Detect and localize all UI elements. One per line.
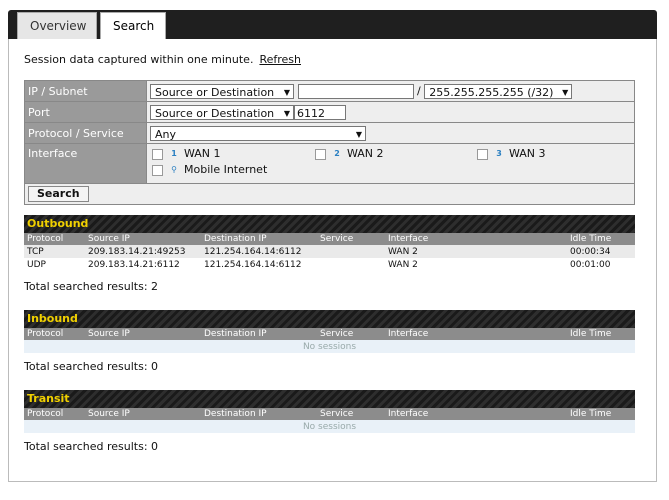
chevron-down-icon: ▼ xyxy=(355,129,362,139)
port-input[interactable]: 6112 xyxy=(294,104,346,120)
outbound-section: Outbound Protocol Source IP Destination … xyxy=(24,215,635,271)
col-idle-time: Idle Time xyxy=(567,233,635,245)
chevron-down-icon: ▼ xyxy=(562,87,569,97)
chevron-down-icon: ▼ xyxy=(283,87,290,97)
ip-address-input[interactable] xyxy=(297,83,414,99)
tab-overview[interactable]: Overview xyxy=(17,12,97,39)
table-row: TCP 209.183.14.21:49253 121.254.164.14:6… xyxy=(24,245,635,258)
transit-title: Transit xyxy=(24,390,635,408)
tab-bar: Overview Search xyxy=(8,10,657,39)
interface-wan3[interactable]: 3 WAN 3 xyxy=(477,147,546,160)
wan3-icon: 3 xyxy=(496,149,502,158)
interface-wan1[interactable]: 1 WAN 1 xyxy=(152,147,221,160)
port-direction-select[interactable]: Source or Destination ▼ xyxy=(150,104,294,120)
notice-text: Session data captured within one minute. xyxy=(24,53,254,66)
search-form: IP / Subnet Source or Destination ▼ / 255… xyxy=(24,80,635,205)
wan1-checkbox[interactable] xyxy=(152,148,163,160)
wan2-checkbox[interactable] xyxy=(315,148,326,160)
protocol-service-label: Protocol / Service xyxy=(24,122,147,144)
inbound-section: Inbound Protocol Source IP Destination I… xyxy=(24,310,635,353)
outbound-title: Outbound xyxy=(24,215,635,233)
col-service: Service xyxy=(317,233,385,245)
wan1-icon: 1 xyxy=(171,149,177,158)
port-label: Port xyxy=(24,101,147,123)
col-source-ip: Source IP xyxy=(85,233,201,245)
ip-direction-select[interactable]: Source or Destination ▼ xyxy=(150,83,294,99)
wan2-icon: 2 xyxy=(334,149,340,158)
search-button[interactable]: Search xyxy=(28,186,89,202)
usb-icon: ⚲ xyxy=(171,165,177,174)
wan3-checkbox[interactable] xyxy=(477,148,488,160)
subnet-separator: / xyxy=(417,84,421,97)
refresh-link[interactable]: Refresh xyxy=(259,53,301,66)
col-interface: Interface xyxy=(385,233,567,245)
outbound-total: Total searched results: 2 xyxy=(24,280,159,293)
protocol-select[interactable]: Any ▼ xyxy=(150,125,366,141)
transit-total: Total searched results: 0 xyxy=(24,440,159,453)
inbound-table: Protocol Source IP Destination IP Servic… xyxy=(24,328,635,353)
no-sessions: No sessions xyxy=(24,420,635,433)
mobile-checkbox[interactable] xyxy=(152,164,163,176)
chevron-down-icon: ▼ xyxy=(283,108,290,118)
transit-table: Protocol Source IP Destination IP Servic… xyxy=(24,408,635,433)
interface-mobile[interactable]: ⚲ Mobile Internet xyxy=(152,163,267,176)
transit-section: Transit Protocol Source IP Destination I… xyxy=(24,390,635,433)
table-row: No sessions xyxy=(24,420,635,433)
interface-label: Interface xyxy=(24,143,147,184)
tab-search[interactable]: Search xyxy=(100,12,166,39)
inbound-title: Inbound xyxy=(24,310,635,328)
table-row: UDP 209.183.14.21:6112 121.254.164.14:61… xyxy=(24,258,635,271)
col-protocol: Protocol xyxy=(24,233,85,245)
col-destination-ip: Destination IP xyxy=(201,233,317,245)
table-row: No sessions xyxy=(24,340,635,353)
ip-subnet-label: IP / Subnet xyxy=(24,80,147,102)
inbound-total: Total searched results: 0 xyxy=(24,360,159,373)
subnet-mask-select[interactable]: 255.255.255.255 (/32) ▼ xyxy=(424,83,573,99)
outbound-table: Protocol Source IP Destination IP Servic… xyxy=(24,233,635,271)
capture-notice: Session data captured within one minute.… xyxy=(24,53,301,66)
interface-wan2[interactable]: 2 WAN 2 xyxy=(315,147,384,160)
no-sessions: No sessions xyxy=(24,340,635,353)
